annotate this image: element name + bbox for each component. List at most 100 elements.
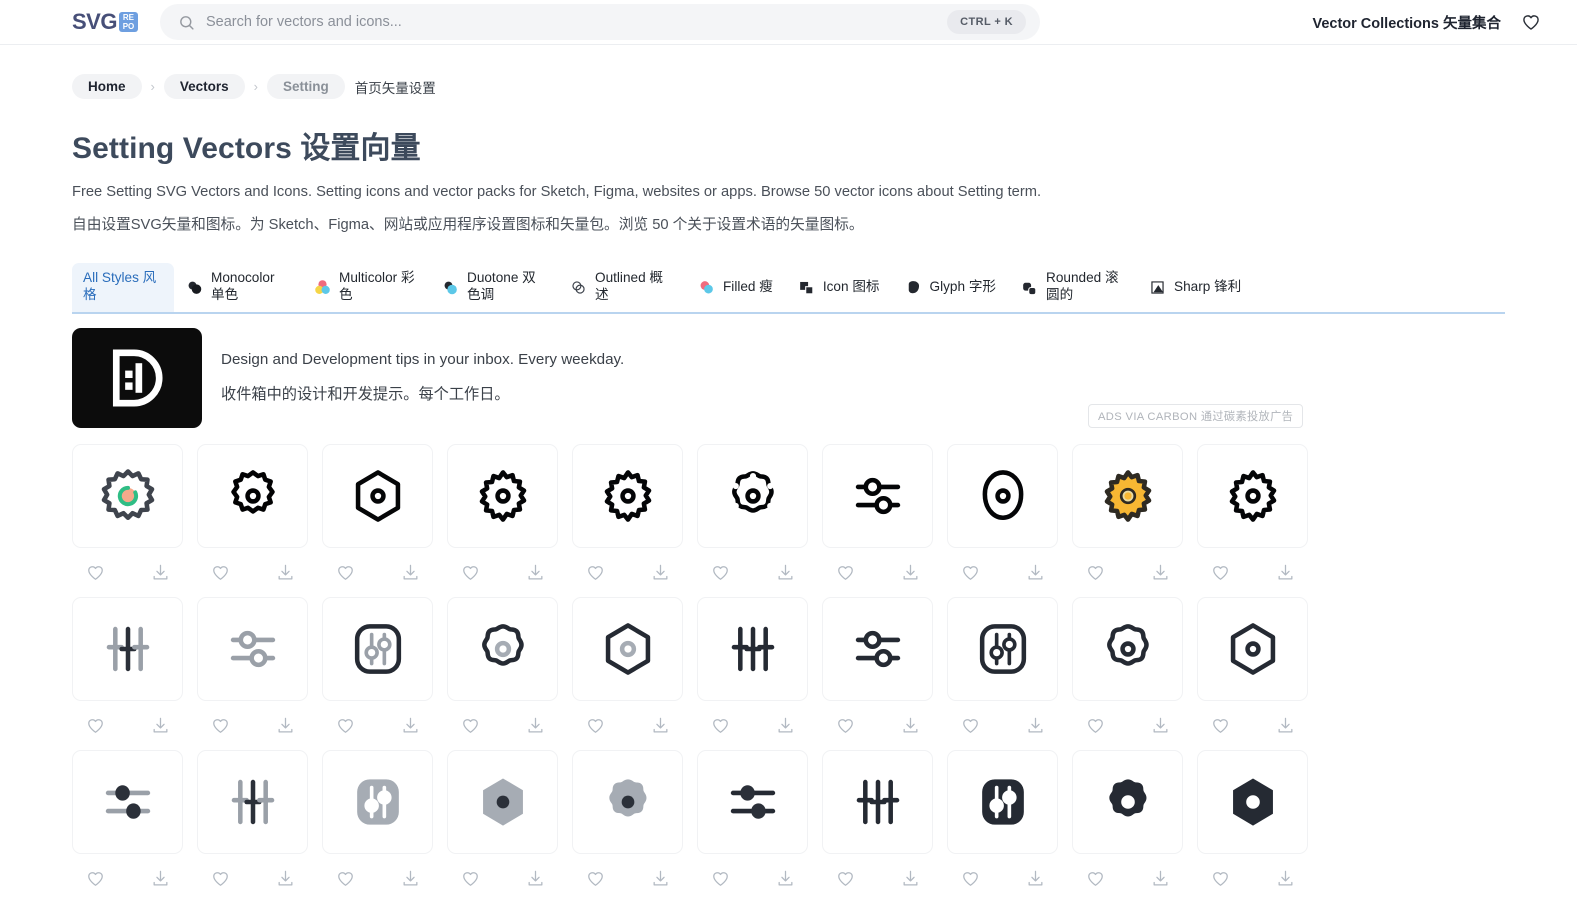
download-icon[interactable] xyxy=(401,563,420,582)
heart-icon[interactable] xyxy=(711,716,730,735)
download-icon[interactable] xyxy=(901,716,920,735)
download-icon[interactable] xyxy=(651,716,670,735)
tab-glyph[interactable]: Glyph 字形 xyxy=(893,263,1009,312)
heart-icon[interactable] xyxy=(1086,563,1105,582)
download-icon[interactable] xyxy=(1151,563,1170,582)
download-icon[interactable] xyxy=(651,563,670,582)
heart-icon[interactable] xyxy=(836,869,855,888)
icon-card-sliders-horizontal-outline[interactable] xyxy=(822,443,933,548)
download-icon[interactable] xyxy=(651,869,670,888)
tab-sharp[interactable]: Sharp 锋利 xyxy=(1137,263,1254,312)
icon-card-sliders-vertical-duotone[interactable] xyxy=(72,596,183,701)
download-icon[interactable] xyxy=(276,869,295,888)
search-box[interactable]: CTRL + K xyxy=(159,4,1040,40)
download-icon[interactable] xyxy=(526,869,545,888)
breadcrumb-item-vectors[interactable]: Vectors xyxy=(163,74,245,99)
heart-icon[interactable] xyxy=(586,563,605,582)
download-icon[interactable] xyxy=(901,563,920,582)
download-icon[interactable] xyxy=(776,563,795,582)
icon-card-sliders-vertical-filled-duotone[interactable] xyxy=(197,749,308,854)
download-icon[interactable] xyxy=(776,716,795,735)
download-icon[interactable] xyxy=(151,563,170,582)
tab-filled[interactable]: Filled 瘦 xyxy=(686,263,786,312)
icon-card-hexagon-filled-gray[interactable] xyxy=(447,749,558,854)
heart-icon[interactable] xyxy=(586,869,605,888)
download-icon[interactable] xyxy=(901,869,920,888)
heart-icon[interactable] xyxy=(1211,716,1230,735)
icon-card-gear-filled-gray[interactable] xyxy=(572,749,683,854)
download-icon[interactable] xyxy=(1276,563,1295,582)
download-icon[interactable] xyxy=(1276,716,1295,735)
icon-card-hexagon-nut-outline[interactable] xyxy=(322,443,433,548)
heart-icon[interactable] xyxy=(836,563,855,582)
icon-card-gear-six-tooth-outline-2[interactable] xyxy=(572,443,683,548)
icon-card-gear-soft-outline[interactable] xyxy=(1072,596,1183,701)
heart-icon[interactable] xyxy=(961,869,980,888)
heart-icon[interactable] xyxy=(961,563,980,582)
download-icon[interactable] xyxy=(1026,716,1045,735)
icon-card-hexagon-filled-dark[interactable] xyxy=(1197,749,1308,854)
heart-icon[interactable] xyxy=(961,716,980,735)
icon-card-nut-circle-outline[interactable] xyxy=(947,443,1058,548)
tab-outlined[interactable]: Outlined 概述 xyxy=(558,263,686,312)
icon-card-sliders-vertical-filled[interactable] xyxy=(822,749,933,854)
icon-card-settings-panel-filled[interactable] xyxy=(947,749,1058,854)
heart-icon[interactable] xyxy=(461,869,480,888)
heart-icon[interactable] xyxy=(711,869,730,888)
icon-card-sliders-horizontal-filled[interactable] xyxy=(697,749,808,854)
tab-icon[interactable]: Icon 图标 xyxy=(786,263,893,312)
icon-card-sliders-horizontal-outline-2[interactable] xyxy=(822,596,933,701)
heart-icon[interactable] xyxy=(336,563,355,582)
heart-icon[interactable] xyxy=(1211,563,1230,582)
heart-icon[interactable] xyxy=(211,869,230,888)
icon-card-gear-six-tooth-outline[interactable] xyxy=(447,443,558,548)
heart-icon[interactable] xyxy=(86,563,105,582)
heart-icon[interactable] xyxy=(586,716,605,735)
tab-multicolor[interactable]: Multicolor 彩色 xyxy=(302,263,430,312)
icon-card-gear-dotted-outline[interactable] xyxy=(697,443,808,548)
download-icon[interactable] xyxy=(526,563,545,582)
tab-duotone[interactable]: Duotone 双色调 xyxy=(430,263,558,312)
site-logo[interactable]: SVG RE PO xyxy=(72,11,138,33)
icon-card-hexagon-nut-outline-2[interactable] xyxy=(1197,596,1308,701)
download-icon[interactable] xyxy=(276,563,295,582)
tab-monocolor[interactable]: Monocolor 单色 xyxy=(174,263,302,312)
heart-icon[interactable] xyxy=(1521,12,1541,32)
heart-icon[interactable] xyxy=(711,563,730,582)
download-icon[interactable] xyxy=(1151,869,1170,888)
download-icon[interactable] xyxy=(1276,869,1295,888)
icon-card-settings-panel-filled-gray[interactable] xyxy=(322,749,433,854)
icon-card-gear-yellow-filled[interactable] xyxy=(1072,443,1183,548)
download-icon[interactable] xyxy=(1151,716,1170,735)
vector-collections-link[interactable]: Vector Collections 矢量集合 xyxy=(1312,12,1501,33)
download-icon[interactable] xyxy=(401,716,420,735)
heart-icon[interactable] xyxy=(211,716,230,735)
icon-card-gear-soft-outline-gray-center[interactable] xyxy=(447,596,558,701)
tab-rounded[interactable]: Rounded 滚圆的 xyxy=(1009,263,1137,312)
heart-icon[interactable] xyxy=(336,716,355,735)
download-icon[interactable] xyxy=(776,869,795,888)
heart-icon[interactable] xyxy=(86,716,105,735)
ads-via-carbon-badge[interactable]: ADS VIA CARBON 通过碳素投放广告 xyxy=(1088,403,1304,428)
heart-icon[interactable] xyxy=(1211,869,1230,888)
download-icon[interactable] xyxy=(401,869,420,888)
download-icon[interactable] xyxy=(151,716,170,735)
icon-card-sliders-vertical-outline[interactable] xyxy=(697,596,808,701)
icon-card-settings-panel-rounded[interactable] xyxy=(322,596,433,701)
search-input[interactable] xyxy=(205,14,948,30)
icon-card-settings-panel-rounded-2[interactable] xyxy=(947,596,1058,701)
download-icon[interactable] xyxy=(1026,563,1045,582)
breadcrumb-item-home[interactable]: Home xyxy=(72,74,142,99)
icon-card-gear-filled-dark[interactable] xyxy=(1072,749,1183,854)
icon-card-sliders-horizontal-filled-duotone[interactable] xyxy=(72,749,183,854)
tab-all[interactable]: All Styles 风格 xyxy=(72,262,174,312)
download-icon[interactable] xyxy=(1026,869,1045,888)
download-icon[interactable] xyxy=(151,869,170,888)
heart-icon[interactable] xyxy=(461,716,480,735)
download-icon[interactable] xyxy=(526,716,545,735)
icon-card-sliders-horizontal-duotone[interactable] xyxy=(197,596,308,701)
icon-card-gear-small-outline[interactable] xyxy=(197,443,308,548)
heart-icon[interactable] xyxy=(211,563,230,582)
heart-icon[interactable] xyxy=(1086,869,1105,888)
download-icon[interactable] xyxy=(276,716,295,735)
